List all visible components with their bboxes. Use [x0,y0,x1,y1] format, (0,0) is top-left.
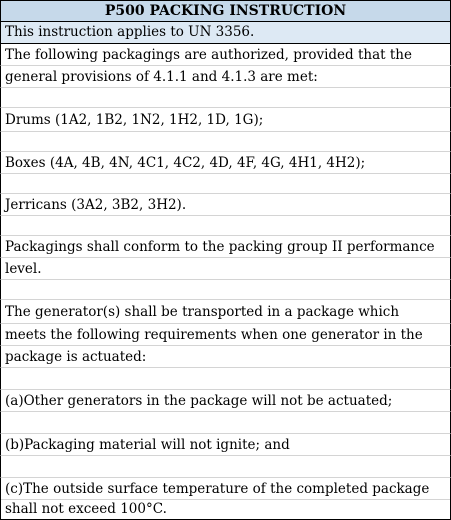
text-row: (a)Other generators in the package will … [0,390,451,412]
text-row: level. [0,258,451,280]
text-row: The following packagings are authorized,… [0,44,451,66]
text-row: package is actuated: [0,346,451,368]
text-row: Boxes (4A, 4B, 4N, 4C1, 4C2, 4D, 4F, 4G,… [0,152,451,174]
text-row: shall not exceed 100°C. [0,498,451,520]
blank-row [0,216,451,236]
blank-row [0,280,451,300]
blank-row [0,456,451,478]
text-row: meets the following requirements when on… [0,324,451,346]
table-title: P500 PACKING INSTRUCTION [0,0,451,22]
blank-row [0,174,451,194]
text-row: general provisions of 4.1.1 and 4.1.3 ar… [0,66,451,88]
text-row: The generator(s) shall be transported in… [0,300,451,324]
text-row: (c)The outside surface temperature of th… [0,478,451,500]
blank-row [0,412,451,434]
text-row: (b)Packaging material will not ignite; a… [0,434,451,456]
text-row: Jerricans (3A2, 3B2, 3H2). [0,194,451,216]
text-row: Packagings shall conform to the packing … [0,236,451,258]
blank-row [0,132,451,152]
blank-row [0,88,451,108]
text-row: Drums (1A2, 1B2, 1N2, 1H2, 1D, 1G); [0,108,451,132]
applicability-row: This instruction applies to UN 3356. [0,22,451,44]
blank-row [0,368,451,390]
packing-instruction-table: P500 PACKING INSTRUCTION This instructio… [0,0,451,520]
